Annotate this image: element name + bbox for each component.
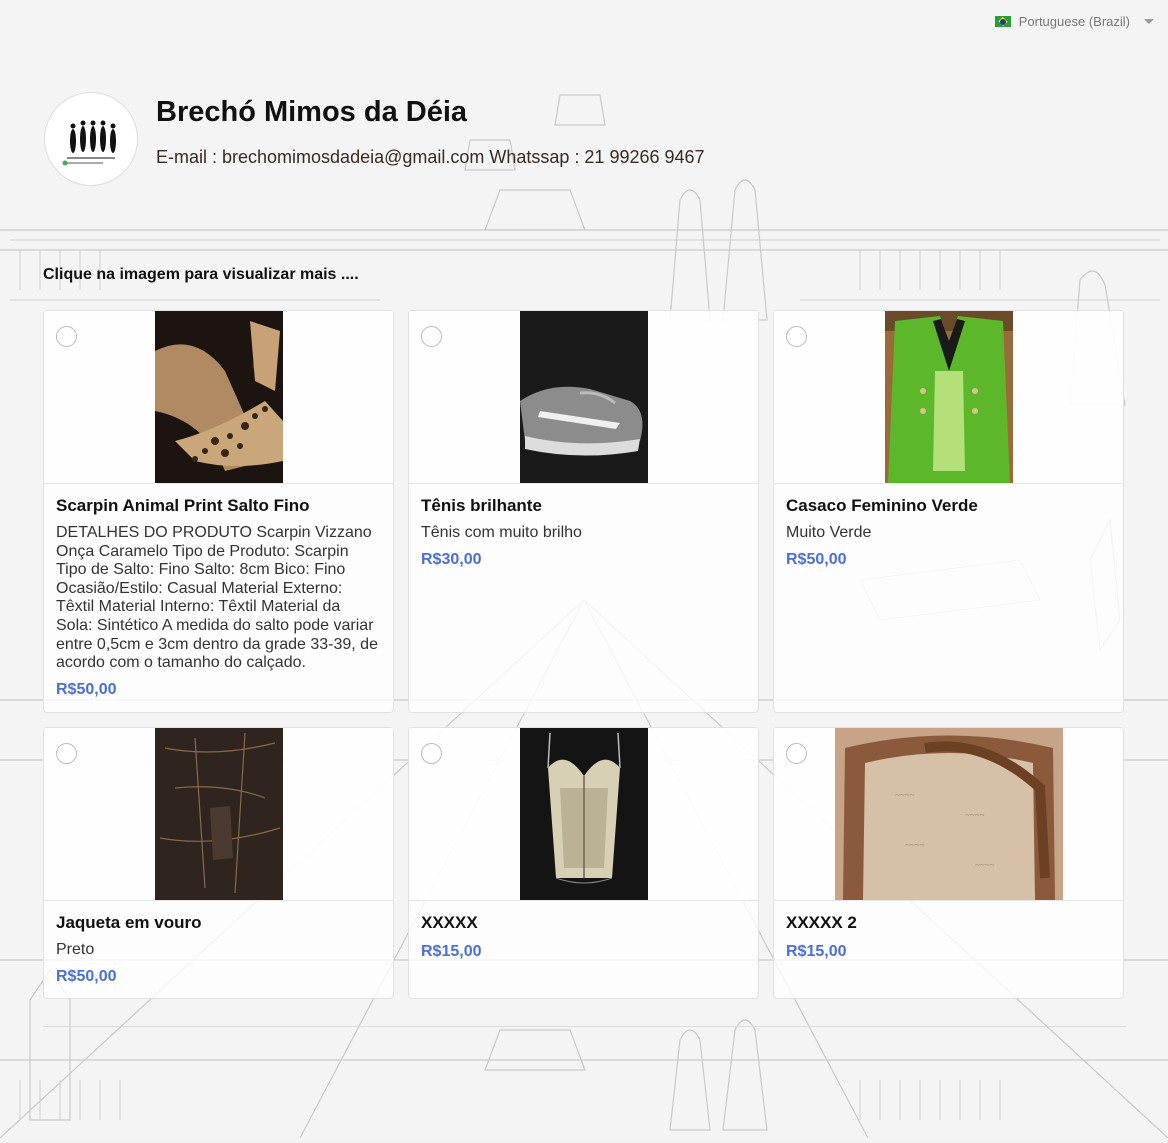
- product-name: Casaco Feminino Verde: [786, 496, 978, 515]
- select-radio[interactable]: [786, 743, 807, 764]
- product-price: R$50,00: [786, 550, 847, 568]
- product-card: Jaqueta em vouro Preto R$50,00: [43, 727, 394, 999]
- select-radio[interactable]: [56, 743, 77, 764]
- store-header: Brechó Mimos da Déia E-mail : brechomimo…: [44, 92, 705, 186]
- svg-text:~~~~: ~~~~: [905, 840, 925, 850]
- product-description: Muito Verde: [786, 524, 872, 541]
- product-name: XXXXX: [421, 913, 478, 932]
- product-image-scarpin[interactable]: [155, 311, 283, 483]
- page-hint: Clique na imagem para visualizar mais ..…: [43, 266, 359, 283]
- product-description: Preto: [56, 941, 95, 958]
- product-image-area[interactable]: [409, 311, 758, 484]
- store-logo: [44, 92, 138, 186]
- product-card: ~~~~ ~~~~ ~~~~ ~~~~ XXXXX 2 R$15,00: [773, 727, 1124, 999]
- product-image-area[interactable]: ~~~~ ~~~~ ~~~~ ~~~~: [774, 728, 1123, 901]
- product-image-area[interactable]: [44, 728, 393, 901]
- select-radio[interactable]: [421, 743, 442, 764]
- language-selector[interactable]: Portuguese (Brazil): [994, 14, 1154, 29]
- product-card: Scarpin Animal Print Salto Fino DETALHES…: [43, 310, 394, 713]
- product-description: DETALHES DO PRODUTO Scarpin Vizzano Onça…: [56, 524, 378, 672]
- svg-text:~~~~: ~~~~: [895, 790, 915, 800]
- product-image-area[interactable]: [774, 311, 1123, 484]
- product-image-bolsa[interactable]: ~~~~ ~~~~ ~~~~ ~~~~: [835, 728, 1063, 900]
- product-image-casaco[interactable]: [885, 311, 1013, 483]
- product-description: Tênis com muito brilho: [421, 524, 582, 541]
- svg-text:~~~~: ~~~~: [975, 860, 995, 870]
- product-card: Tênis brilhante Tênis com muito brilho R…: [408, 310, 759, 713]
- product-image-area[interactable]: [44, 311, 393, 484]
- product-image-corset[interactable]: [520, 728, 648, 900]
- product-name: XXXXX 2: [786, 913, 857, 932]
- product-image-jaqueta[interactable]: [155, 728, 283, 900]
- language-label: Portuguese (Brazil): [1018, 14, 1130, 29]
- product-grid: Scarpin Animal Print Salto Fino DETALHES…: [43, 310, 1124, 999]
- svg-text:~~~~: ~~~~: [965, 810, 985, 820]
- product-name: Jaqueta em vouro: [56, 913, 202, 932]
- select-radio[interactable]: [56, 326, 77, 347]
- product-image-tenis[interactable]: [520, 311, 648, 483]
- footer-divider: [43, 1026, 1126, 1027]
- store-contact: E-mail : brechomimosdadeia@gmail.com Wha…: [156, 147, 705, 167]
- product-price: R$50,00: [56, 680, 117, 698]
- select-radio[interactable]: [786, 326, 807, 347]
- product-price: R$30,00: [421, 550, 482, 568]
- product-price: R$50,00: [56, 967, 117, 985]
- product-image-area[interactable]: [409, 728, 758, 901]
- product-card: XXXXX R$15,00: [408, 727, 759, 999]
- product-name: Scarpin Animal Print Salto Fino: [56, 496, 310, 515]
- product-price: R$15,00: [421, 943, 482, 960]
- store-title: Brechó Mimos da Déia: [156, 96, 468, 128]
- product-price: R$15,00: [786, 943, 847, 960]
- product-name: Tênis brilhante: [421, 496, 542, 515]
- chevron-down-icon: [1144, 19, 1154, 24]
- brazil-flag-icon: [994, 16, 1011, 27]
- select-radio[interactable]: [421, 326, 442, 347]
- product-card: Casaco Feminino Verde Muito Verde R$50,0…: [773, 310, 1124, 713]
